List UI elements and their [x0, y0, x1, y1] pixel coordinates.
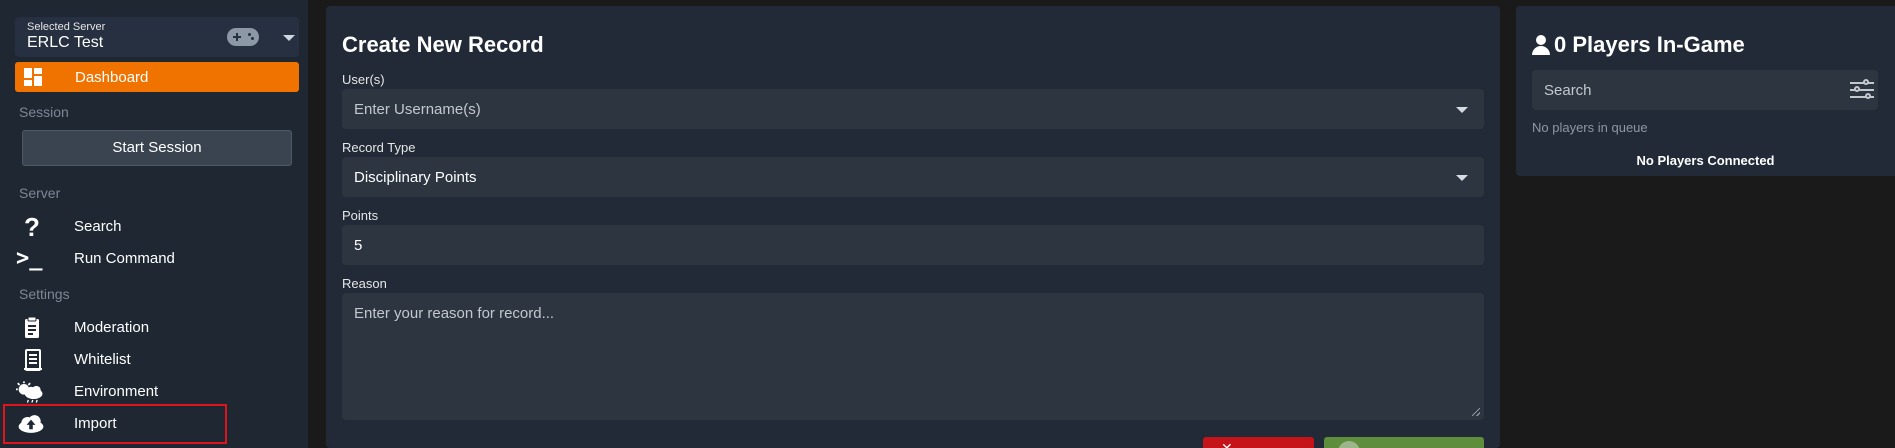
record-type-label: Record Type [342, 140, 416, 155]
close-icon: ✕ [1221, 440, 1233, 448]
chevron-down-icon [1456, 175, 1468, 181]
user-icon [1532, 35, 1550, 55]
reason-placeholder: Enter your reason for record... [354, 305, 555, 322]
create-record-panel: Create New Record User(s) Enter Username… [326, 6, 1500, 448]
import-highlight-box [3, 404, 227, 444]
players-title: 0 Players In-Game [1554, 32, 1745, 57]
sidebar-item-label: Dashboard [75, 69, 149, 86]
panel-title: Create New Record [342, 32, 544, 57]
record-type-select[interactable]: Disciplinary Points [342, 157, 1484, 197]
check-circle-icon [1338, 441, 1360, 448]
resize-handle[interactable] [1472, 408, 1480, 416]
users-label: User(s) [342, 72, 385, 87]
list-document-icon [24, 349, 42, 371]
queue-status: No players in queue [1532, 120, 1648, 135]
reason-textarea[interactable]: Enter your reason for record... [342, 293, 1484, 420]
question-icon: ? [24, 212, 40, 242]
connected-status: No Players Connected [1636, 153, 1775, 168]
gamepad-icon [227, 28, 259, 46]
clipboard-icon [25, 316, 39, 338]
chevron-down-icon [283, 35, 295, 41]
start-session-button[interactable]: Start Session [22, 130, 292, 166]
section-heading-server: Server [19, 185, 61, 201]
player-search-input[interactable]: Search [1532, 70, 1878, 110]
sidebar-item-whitelist[interactable]: Whitelist [12, 346, 296, 374]
points-label: Points [342, 208, 379, 223]
sidebar-item-label: Search [74, 218, 122, 235]
users-select[interactable]: Enter Username(s) [342, 89, 1484, 129]
sidebar-item-search[interactable]: ? Search [12, 213, 296, 241]
submit-button[interactable] [1324, 437, 1484, 448]
points-input[interactable]: 5 [342, 225, 1484, 265]
record-type-value: Disciplinary Points [354, 169, 477, 186]
users-placeholder: Enter Username(s) [354, 101, 481, 118]
section-heading-settings: Settings [19, 286, 70, 302]
weather-icon [16, 381, 43, 403]
server-selector-caption: Selected Server [27, 21, 106, 33]
sidebar-item-moderation[interactable]: Moderation [12, 314, 296, 342]
points-value: 5 [354, 237, 363, 254]
sidebar-item-run-command[interactable]: >_ Run Command [12, 245, 296, 273]
filter-sliders-icon[interactable] [1850, 79, 1874, 100]
reason-label: Reason [342, 276, 387, 291]
dashboard-icon [24, 68, 42, 86]
sidebar-item-environment[interactable]: Environment [12, 378, 296, 406]
sidebar-item-dashboard[interactable]: Dashboard [15, 62, 299, 92]
sidebar-item-label: Whitelist [74, 351, 131, 368]
terminal-icon: >_ [16, 246, 43, 271]
players-panel: 0 Players In-Game Search No players in q… [1516, 6, 1895, 176]
server-selector[interactable]: Selected Server ERLC Test [15, 17, 299, 57]
server-name: ERLC Test [27, 34, 104, 51]
sidebar-item-label: Environment [74, 383, 159, 400]
sidebar-item-label: Run Command [74, 250, 175, 267]
section-heading-session: Session [19, 104, 69, 120]
sidebar: Selected Server ERLC Test Dashboard Sess… [0, 0, 308, 448]
player-search-placeholder: Search [1544, 82, 1592, 99]
cancel-button[interactable]: ✕ [1203, 437, 1314, 448]
sidebar-item-label: Moderation [74, 319, 150, 336]
chevron-down-icon [1456, 107, 1468, 113]
